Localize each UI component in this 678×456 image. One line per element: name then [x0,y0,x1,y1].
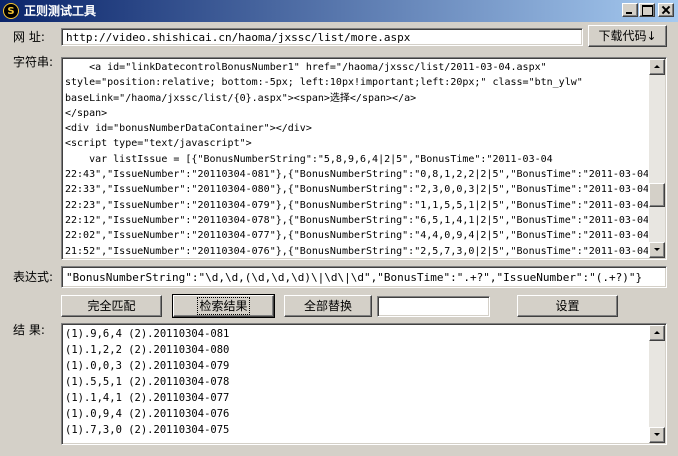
settings-label: 设置 [555,299,580,313]
source-line: baseLink="/haoma/jxssc/list/{0}.aspx"><s… [65,92,417,104]
source-line: <script type="text/javascript"> [65,138,252,150]
result-line: (1).7,3,0 (2).20110304-075 [65,424,230,436]
full-match-button[interactable]: 完全匹配 [61,295,162,317]
source-line: style="position:relative; bottom:-5px; l… [65,77,583,89]
title-bar[interactable]: S 正则测试工具 [0,0,678,22]
source-line: 22:12","IssueNumber":"20110304-078"},{"B… [65,214,648,226]
source-scroll-up-button[interactable] [649,59,665,75]
download-code-label: 下载代码↓ [598,29,657,43]
search-results-button[interactable]: 检索结果 [172,294,275,318]
expression-input[interactable]: "BonusNumberString":"\d,\d,(\d,\d,\d)\|\… [61,266,667,288]
results-scrollbar[interactable] [649,325,665,443]
result-line: (1).9,6,4 (2).20110304-081 [65,328,230,340]
source-line: <div id="bonusNumberDataContainer"></div… [65,123,312,135]
results-text: (1).9,6,4 (2).20110304-081 (1).1,2,2 (2).… [65,326,648,438]
replace-input[interactable] [377,296,490,317]
source-line: 22:43","IssueNumber":"20110304-081"},{"B… [65,169,648,181]
result-line: (1).1,2,2 (2).20110304-080 [65,344,230,356]
source-scroll-thumb[interactable] [649,183,665,207]
source-line: 22:33","IssueNumber":"20110304-080"},{"B… [65,184,648,196]
source-scroll-down-button[interactable] [649,242,665,258]
source-line: var listIssue = [{"BonusNumberString":"5… [65,153,553,165]
source-line: 22:23","IssueNumber":"20110304-079"},{"B… [65,199,648,211]
settings-button[interactable]: 设置 [517,295,618,317]
window-title: 正则测试工具 [24,4,97,18]
close-button[interactable] [658,3,674,17]
regex-tester-window: S 正则测试工具 网 址: http://video.shishicai.cn/… [0,0,678,456]
app-icon: S [3,3,19,19]
url-label: 网 址: [13,30,45,44]
full-match-label: 完全匹配 [87,299,136,313]
url-input-value: http://video.shishicai.cn/haoma/jxssc/li… [66,31,411,44]
expression-label: 表达式: [13,270,54,284]
source-line: <a id="linkDatecontrolBonusNumber1" href… [65,62,547,73]
results-label: 结 果: [13,323,45,337]
source-text: <a id="linkDatecontrolBonusNumber1" href… [65,60,648,259]
source-textarea[interactable]: <a id="linkDatecontrolBonusNumber1" href… [61,57,667,260]
results-scroll-down-button[interactable] [649,427,665,443]
results-textarea[interactable]: (1).9,6,4 (2).20110304-081 (1).1,2,2 (2).… [61,323,667,445]
result-line: (1).0,9,4 (2).20110304-076 [65,408,230,420]
results-scroll-up-button[interactable] [649,325,665,341]
source-label: 字符串: [13,55,54,69]
replace-all-label: 全部替换 [303,299,352,313]
maximize-button[interactable] [639,3,655,17]
result-line: (1).5,5,1 (2).20110304-078 [65,376,230,388]
result-line: (1).1,4,1 (2).20110304-077 [65,392,230,404]
minimize-button[interactable] [622,3,638,17]
source-line: </span> [65,107,108,119]
download-code-button[interactable]: 下载代码↓ [588,25,667,47]
search-results-label: 检索结果 [197,297,250,315]
expression-input-value: "BonusNumberString":"\d,\d,(\d,\d,\d)\|\… [66,271,643,284]
source-line: 21:52","IssueNumber":"20110304-076"},{"B… [65,245,648,257]
source-scrollbar[interactable] [649,59,665,258]
result-line: (1).0,0,3 (2).20110304-079 [65,360,230,372]
replace-all-button[interactable]: 全部替换 [284,295,372,317]
source-line: 22:02","IssueNumber":"20110304-077"},{"B… [65,230,648,242]
url-input[interactable]: http://video.shishicai.cn/haoma/jxssc/li… [61,28,583,46]
